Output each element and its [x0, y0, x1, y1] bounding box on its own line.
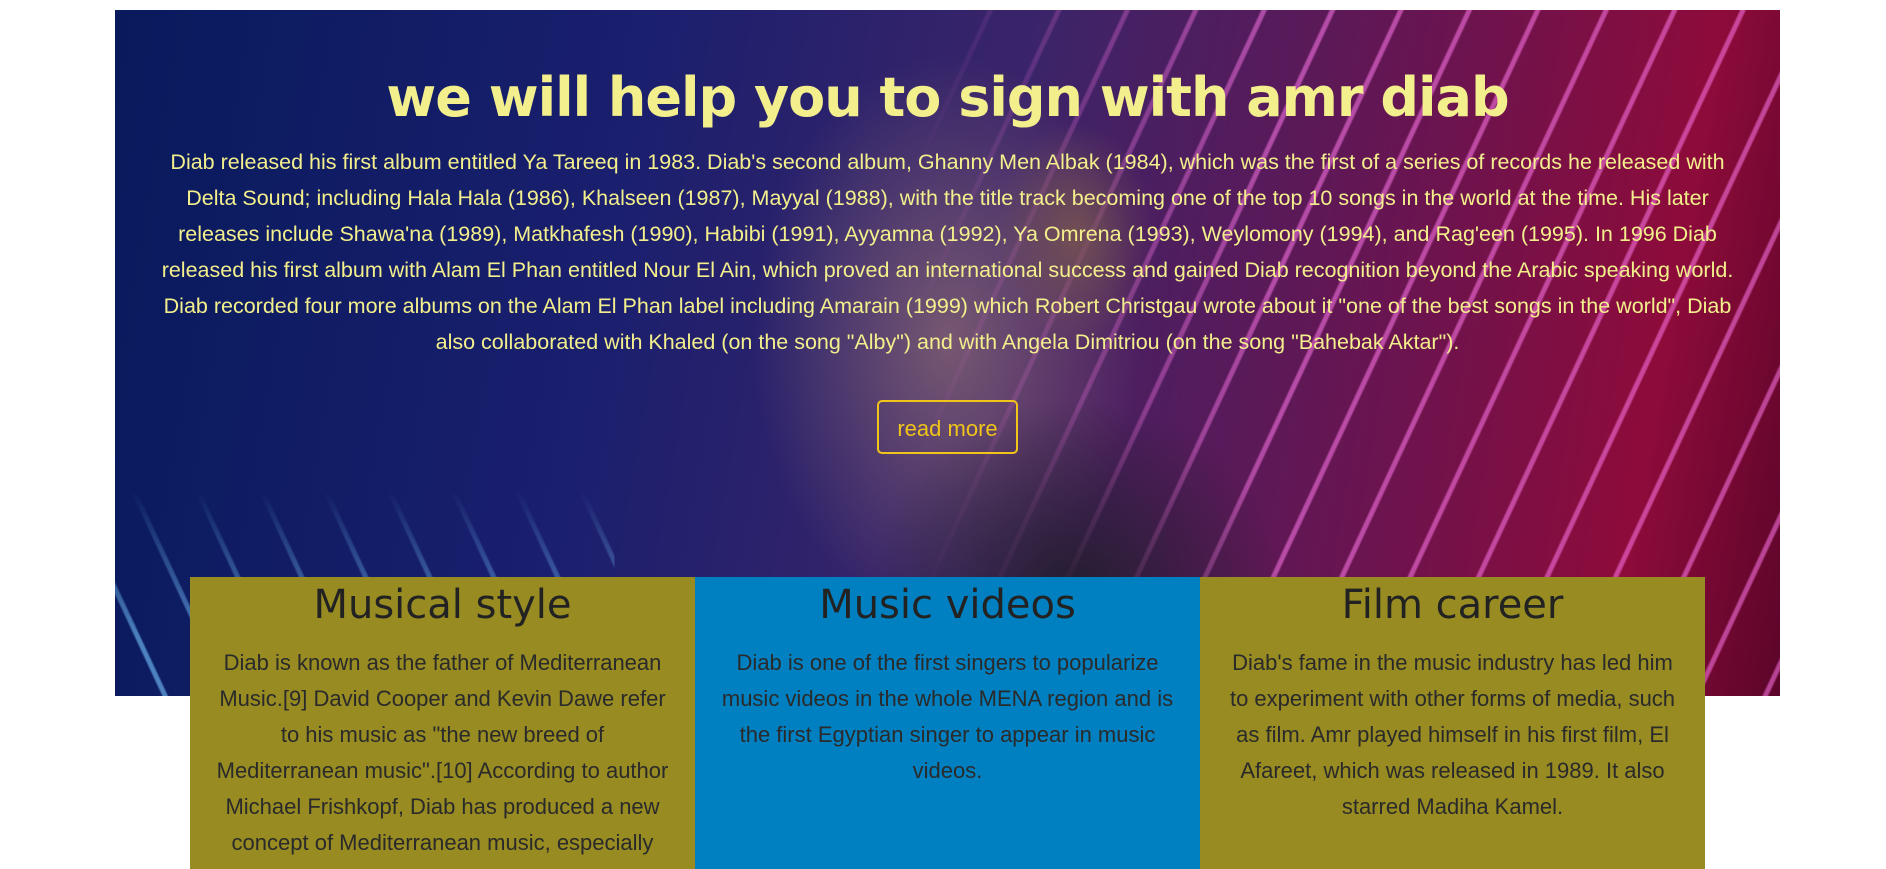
card-title: Music videos	[819, 582, 1076, 628]
card-text: Diab is known as the father of Mediterra…	[216, 650, 669, 869]
card-text: Diab is one of the first singers to popu…	[721, 650, 1174, 783]
hero-content: we will help you to sign with amr diab D…	[115, 10, 1780, 454]
card-title: Film career	[1341, 582, 1564, 628]
hero-description: Diab released his first album entitled Y…	[161, 150, 1734, 354]
card-musical-style: Musical style Diab is known as the fathe…	[190, 577, 695, 869]
read-more-button[interactable]: read more	[877, 400, 1018, 454]
card-music-videos: Music videos Diab is one of the first si…	[695, 577, 1200, 869]
card-film-career: Film career Diab's fame in the music ind…	[1200, 577, 1705, 869]
feature-cards: Musical style Diab is known as the fathe…	[190, 577, 1705, 869]
hero-title: we will help you to sign with amr diab	[386, 66, 1509, 129]
card-text: Diab's fame in the music industry has le…	[1229, 650, 1676, 819]
card-title: Musical style	[313, 582, 572, 628]
